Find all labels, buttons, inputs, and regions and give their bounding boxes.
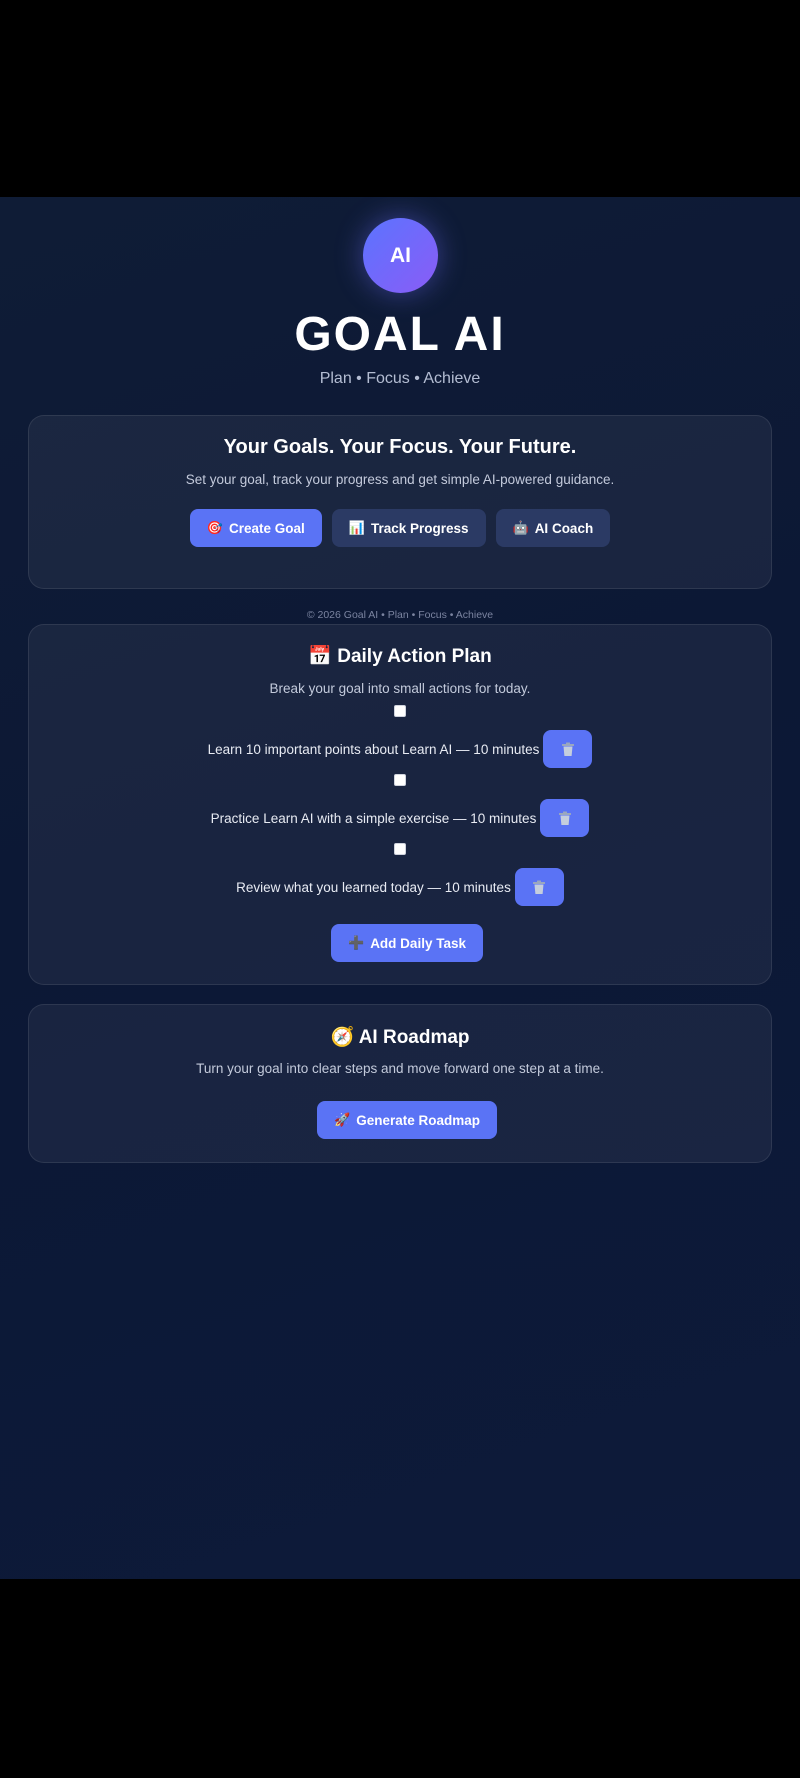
track-progress-label: Track Progress xyxy=(370,520,469,536)
task-checkbox-1[interactable] xyxy=(394,705,406,717)
target-icon: 🎯 xyxy=(206,520,223,535)
hero-description: Set your goal, track your progress and g… xyxy=(185,472,615,487)
add-daily-task-button[interactable]: ➕ Add Daily Task xyxy=(331,924,483,962)
ai-coach-button[interactable]: 🤖 AI Coach xyxy=(495,509,611,547)
footer-note: © 2026 Goal AI • Plan • Focus • Achieve xyxy=(306,609,494,621)
task-item-1: Learn 10 important points about Learn AI… xyxy=(29,730,771,768)
rocket-icon: 🚀 xyxy=(334,1112,351,1127)
roadmap-card: 🧭 AI Roadmap Turn your goal into clear s… xyxy=(28,1004,772,1163)
delete-task-button-1[interactable] xyxy=(543,730,593,768)
hero-title: Your Goals. Your Focus. Your Future. xyxy=(223,436,577,458)
daily-plan-title: 📅 Daily Action Plan xyxy=(29,644,771,668)
hero-card: Your Goals. Your Focus. Your Future. Set… xyxy=(28,415,772,589)
daily-plan-description: Break your goal into small actions for t… xyxy=(269,681,531,696)
task-item-3: Review what you learned today — 10 minut… xyxy=(29,868,771,906)
app-screen: AI GOAL AI Plan • Focus • Achieve Your G… xyxy=(0,197,800,1579)
add-daily-task-label: Add Daily Task xyxy=(370,935,466,951)
plus-icon: ➕ xyxy=(348,935,365,950)
create-goal-button[interactable]: 🎯 Create Goal xyxy=(189,509,322,547)
ai-coach-label: AI Coach xyxy=(534,520,594,536)
task-item-2: Practice Learn AI with a simple exercise… xyxy=(29,799,771,837)
hero-button-row: 🎯 Create Goal 📊 Track Progress 🤖 AI Coac… xyxy=(29,509,771,547)
delete-task-button-3[interactable] xyxy=(514,868,564,906)
generate-roadmap-label: Generate Roadmap xyxy=(356,1112,480,1128)
logo-text: AI xyxy=(390,243,411,267)
task-text-1: Learn 10 important points about Learn AI… xyxy=(207,741,540,757)
task-checkbox-3[interactable] xyxy=(394,843,406,855)
bar-chart-icon: 📊 xyxy=(348,520,365,535)
task-checkbox-2[interactable] xyxy=(394,774,406,786)
roadmap-description: Turn your goal into clear steps and move… xyxy=(196,1061,604,1076)
trash-icon xyxy=(558,811,571,825)
calendar-icon: 📅 xyxy=(308,646,332,667)
roadmap-title-text: AI Roadmap xyxy=(358,1027,470,1048)
create-goal-label: Create Goal xyxy=(228,520,305,536)
app-logo: AI xyxy=(363,218,438,293)
track-progress-button[interactable]: 📊 Track Progress xyxy=(331,509,486,547)
daily-plan-card: 📅 Daily Action Plan Break your goal into… xyxy=(28,624,772,985)
roadmap-title: 🧭 AI Roadmap xyxy=(29,1025,771,1049)
trash-icon xyxy=(533,880,546,894)
generate-roadmap-button[interactable]: 🚀 Generate Roadmap xyxy=(317,1101,497,1139)
task-text-2: Practice Learn AI with a simple exercise… xyxy=(210,810,537,826)
compass-icon: 🧭 xyxy=(330,1027,355,1048)
daily-plan-title-text: Daily Action Plan xyxy=(337,646,492,667)
app-tagline: Plan • Focus • Achieve xyxy=(319,370,481,387)
robot-icon: 🤖 xyxy=(512,520,529,535)
trash-icon xyxy=(561,742,574,756)
delete-task-button-2[interactable] xyxy=(540,799,590,837)
task-text-3: Review what you learned today — 10 minut… xyxy=(236,879,511,895)
app-title: GOAL AI xyxy=(294,308,506,361)
